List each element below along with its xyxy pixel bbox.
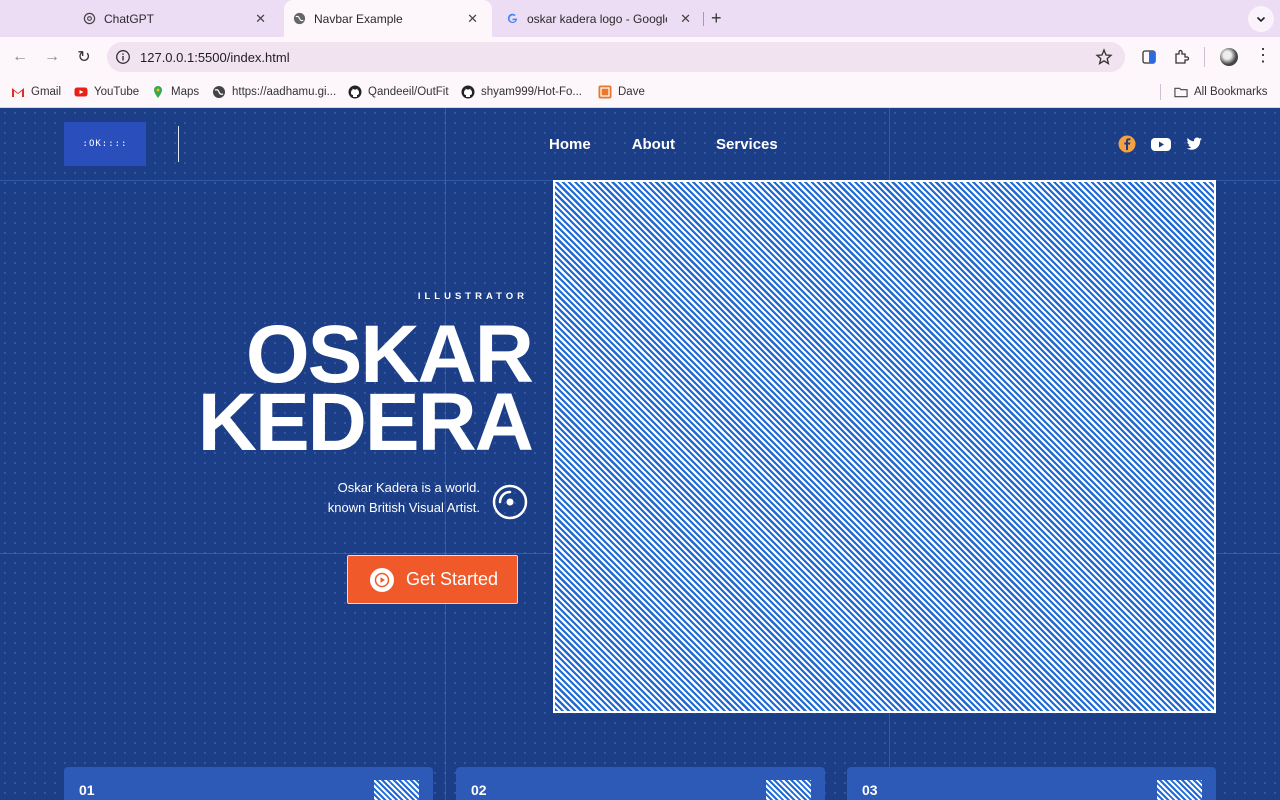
address-bar[interactable]: 127.0.0.1:5500/index.html [107, 42, 1125, 72]
forward-icon[interactable]: → [42, 47, 62, 67]
github-icon [461, 85, 475, 99]
openai-icon [82, 12, 96, 26]
close-tab-icon[interactable]: ✕ [255, 11, 266, 27]
bookmark-label: shyam999/Hot-Fo... [481, 86, 582, 98]
extensions-icon[interactable] [1172, 48, 1190, 66]
maps-icon [151, 85, 165, 99]
tab-title: oskar kadera logo - Google S [527, 11, 667, 26]
bookmark-gmail[interactable]: Gmail [11, 85, 61, 99]
bookmark-label: Gmail [31, 86, 62, 98]
get-started-button[interactable]: Get Started [347, 555, 518, 604]
get-started-label: Get Started [406, 569, 499, 589]
bookmarks-bar: Gmail YouTube Maps https://aadhamu.gi...… [0, 77, 1280, 108]
globe-icon [292, 12, 306, 26]
logo-divider [178, 126, 179, 162]
youtube-icon [74, 85, 88, 99]
bookmark-label: https://aadhamu.gi... [232, 86, 337, 98]
hero-description: Oskar Kadera is a world. known British V… [328, 478, 480, 518]
youtube-icon[interactable] [1150, 134, 1172, 154]
card-thumbnail [766, 780, 811, 800]
bookmark-label: Dave [618, 86, 645, 98]
bookmark-label: Qandeeil/OutFit [368, 86, 449, 98]
bookmark-outfit[interactable]: Qandeeil/OutFit [348, 85, 449, 99]
close-tab-icon[interactable]: ✕ [680, 11, 691, 27]
tab-chatgpt[interactable]: ChatGPT ✕ [70, 0, 280, 37]
new-tab-icon[interactable]: + [711, 8, 722, 29]
bookmark-aadhamu[interactable]: https://aadhamu.gi... [212, 85, 336, 99]
bookmark-hotfo[interactable]: shyam999/Hot-Fo... [461, 85, 582, 99]
gmail-icon [11, 85, 25, 99]
card-number: 02 [471, 782, 487, 798]
hero-image [553, 180, 1216, 713]
bookmark-dave[interactable]: Dave [598, 85, 645, 99]
tab-title: ChatGPT [104, 11, 155, 26]
hero-description-line2: known British Visual Artist. [327, 500, 480, 515]
back-icon[interactable]: ← [10, 47, 30, 67]
logo-text: :OK:::: [82, 139, 128, 149]
service-card[interactable]: 03 [847, 767, 1216, 800]
close-tab-icon[interactable]: ✕ [467, 11, 478, 27]
card-thumbnail [1157, 780, 1202, 800]
main-nav: Home About Services [549, 136, 778, 153]
hero-title-line2: KEDERA [197, 377, 534, 468]
nav-about[interactable]: About [632, 136, 675, 153]
tab-navbar-example[interactable]: Navbar Example ✕ [284, 0, 492, 37]
bookmarks-divider [1160, 84, 1161, 100]
card-number: 03 [862, 782, 878, 798]
site-logo[interactable]: :OK:::: [64, 122, 146, 166]
tab-search-button[interactable] [1248, 6, 1274, 32]
side-panel-icon[interactable] [1140, 48, 1158, 66]
profile-avatar[interactable] [1220, 48, 1238, 66]
toolbar-divider [1204, 47, 1205, 67]
facebook-icon[interactable] [1117, 134, 1137, 154]
nav-home[interactable]: Home [549, 136, 591, 153]
bookmark-star-icon[interactable] [1095, 48, 1113, 66]
bookmark-youtube[interactable]: YouTube [74, 85, 139, 99]
service-card[interactable]: 02 [456, 767, 825, 800]
card-number: 01 [79, 782, 95, 798]
bookmark-label: Maps [171, 86, 200, 98]
url-text: 127.0.0.1:5500/index.html [140, 50, 290, 65]
tab-title: Navbar Example [314, 11, 403, 26]
web-page: :OK:::: Home About Services ILLUSTRATOR … [0, 108, 1280, 800]
twitter-icon[interactable] [1184, 134, 1204, 154]
google-icon [505, 12, 519, 26]
bookmark-maps[interactable]: Maps [151, 85, 199, 99]
tab-separator [703, 12, 704, 26]
site-info-icon[interactable] [115, 49, 131, 65]
rotate-circle-icon[interactable] [492, 484, 528, 520]
bookmark-label: YouTube [94, 86, 140, 98]
browser-toolbar: ← → ↻ 127.0.0.1:5500/index.html ⋮ [0, 37, 1280, 77]
all-bookmarks-button[interactable]: All Bookmarks [1174, 85, 1268, 99]
hero-description-line1: Oskar Kadera is a world. [337, 480, 480, 495]
nav-services[interactable]: Services [716, 136, 778, 153]
service-card[interactable]: 01 [64, 767, 433, 800]
play-icon [370, 567, 394, 592]
bookmark-label: All Bookmarks [1194, 86, 1268, 98]
tab-google-search[interactable]: oskar kadera logo - Google S ✕ [495, 0, 705, 37]
dave-icon [598, 85, 612, 99]
browser-tab-bar: ChatGPT ✕ Navbar Example ✕ oskar kadera … [0, 0, 1280, 37]
reload-icon[interactable]: ↻ [74, 47, 94, 67]
globe-icon [212, 85, 226, 99]
github-icon [348, 85, 362, 99]
browser-menu-icon[interactable]: ⋮ [1254, 46, 1272, 64]
chevron-down-icon [1256, 16, 1266, 23]
hero-eyebrow: ILLUSTRATOR [417, 291, 528, 302]
folder-icon [1174, 85, 1188, 99]
card-thumbnail [374, 780, 419, 800]
